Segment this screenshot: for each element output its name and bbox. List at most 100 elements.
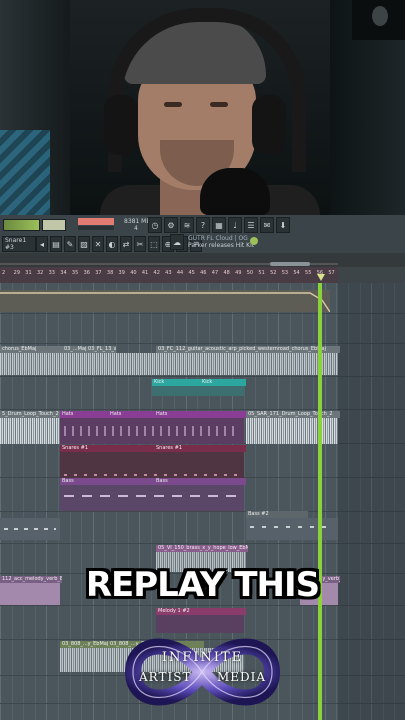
ruler-tick-label: 50 [246,270,254,276]
clip-label[interactable]: 5_Drum_Loop_Touch_2 [0,411,60,418]
audio-clip-drumloop-right[interactable] [246,418,338,444]
memory-bar-bg [78,226,114,230]
piano-icon[interactable]: ▦ [212,217,226,233]
logo-line1: INFINITE [161,650,244,665]
clip-label[interactable]: Hats [108,411,154,418]
ruler-tick-label: 47 [211,270,219,276]
memory-bar [78,218,114,225]
ruler-tick-label: 42 [153,270,160,276]
clip-label[interactable]: 03_...Maj [62,346,86,353]
blanket [0,130,50,215]
ruler-tick-label: 37 [95,270,102,276]
paint-icon[interactable]: ▨ [78,236,90,252]
clip-label[interactable]: Hats [154,411,246,418]
metronome-icon[interactable]: ◷ [148,217,162,233]
slip-icon[interactable]: ⇄ [120,236,132,252]
arrow-left-icon[interactable]: ◂ [36,236,48,252]
clip-label[interactable]: Hats [60,411,108,418]
clip-label[interactable]: 03_808_...y_EbMaj [60,641,108,648]
audio-clip-drumloop-left[interactable] [0,418,60,444]
clip-label[interactable]: 05_SAR_171_Drum_Loop_Touch_2 [246,411,340,418]
mute-icon[interactable]: ◐ [106,236,118,252]
ruler-tick-label: 51 [258,270,265,276]
ruler-tick-label: 39 [118,270,125,276]
pattern-clip-kick[interactable] [152,386,244,396]
ruler-tick-label: 31 [25,270,32,276]
mixer-icon[interactable]: ⚙ [164,217,178,233]
pattern-icon[interactable]: ▤ [50,236,62,252]
news-line1[interactable]: GUTR FL Cloud | OG [188,235,248,242]
pattern-clip-bass[interactable] [60,485,244,511]
clip-label[interactable]: 03_FL_13_ai_EbMaj [86,346,116,353]
ruler-tick-label: 44 [176,270,184,276]
news-line2[interactable]: Parker releases Hit Kit [188,242,254,249]
ruler-tick-label: 53 [281,270,289,276]
ruler-tick-label: 29 [13,270,21,276]
logo-line3: MEDIA [217,670,267,684]
globe-icon[interactable] [250,237,258,245]
ruler-tick-label: 54 [293,270,300,276]
ruler-tick-label: 35 [71,270,79,276]
clip-label[interactable]: Kick [152,379,200,386]
out-of-range-area [338,283,405,720]
pattern-clip-hats[interactable] [60,418,244,444]
plugin-icon[interactable]: ♩ [228,217,242,233]
waveform-icon[interactable]: ≋ [180,217,194,233]
delete-icon[interactable]: ✕ [92,236,104,252]
clip-label[interactable]: Bass #2 [246,511,308,518]
webcam-feed [0,0,405,215]
volume-meter [42,219,66,231]
clip-label[interactable]: Bass [60,478,154,485]
clip-label[interactable]: Melody 1 #2 [156,608,246,615]
clip-label[interactable]: 03_FC_112_guitar_acoustic_arp_picked_wes… [156,346,340,353]
ruler-tick-label: 55 [305,270,312,276]
ruler-right[interactable] [338,267,405,283]
download-icon[interactable]: ⬇ [276,217,290,233]
daw-toolbar: 8381 MB 4 ◷ ⚙ ≋ ? ▦ ♩ ☰ ✉ ⬇ Snare1 #3 ◂ … [0,215,405,254]
memory-sub: 4 [134,225,138,232]
ruler-tick-label: 41 [141,270,149,276]
chat-icon[interactable]: ✉ [260,217,274,233]
clip-label[interactable]: Snares #1 [60,445,154,452]
help-icon[interactable]: ? [196,217,210,233]
channel-select[interactable]: Snare1 #3 [2,236,36,252]
clip-label[interactable]: Bass [154,478,246,485]
microphone [200,168,270,215]
automation-curve [0,292,331,313]
horizontal-scrollbar[interactable] [270,262,310,266]
slice-icon[interactable]: ✂ [134,236,146,252]
clip-label[interactable]: chorus_EbMaj [0,346,62,353]
ruler-tick-label: 46 [200,270,207,276]
automation-clip[interactable] [0,290,331,313]
ruler-tick-label: 36 [83,270,90,276]
clip-label[interactable]: 05_VI_150_brass_x_y_hope_low_EbMaj [156,545,248,552]
timeline-ruler[interactable]: 2 29 31 32 33 34 35 36 37 38 39 40 41 42 43 44 45 46 47 48 4… [0,267,338,283]
ruler-tick-label: 2 [2,270,6,276]
infinite-artist-media-logo: INFINITE ARTIST MEDIA [124,628,281,716]
browser-icon[interactable]: ☰ [244,217,258,233]
select-icon[interactable]: ⬚ [148,236,160,252]
ruler-tick-label: 45 [188,270,195,276]
pattern-clip-snares[interactable] [60,452,244,478]
draw-icon[interactable]: ✎ [64,236,76,252]
headphone-earcup-right [252,95,286,155]
ruler-tick-label: 38 [106,270,114,276]
ruler-tick-label: 33 [48,270,55,276]
ruler-tick-label: 34 [60,270,67,276]
audio-clip-guitar[interactable] [0,353,338,375]
ruler-tick-label: 48 [223,270,230,276]
clip-label[interactable]: Kick [200,379,246,386]
clip-label[interactable]: Snares #1 [154,445,246,452]
logo-line2: ARTIST [139,670,192,684]
playlist-header [0,253,405,267]
ruler-tick-label: 52 [270,270,277,276]
cloud-icon[interactable]: ☁ [170,234,184,250]
playhead-marker[interactable] [317,267,325,281]
headphone-earcup-left [104,95,138,155]
cpu-meter [3,219,40,231]
overlay-caption: REPLAY THIS [85,565,320,605]
playhead-line[interactable] [318,283,322,720]
pattern-clip-notes-left[interactable] [0,518,60,540]
pattern-clip-notes-right[interactable] [246,518,338,540]
ruler-tick-label: 49 [235,270,242,276]
